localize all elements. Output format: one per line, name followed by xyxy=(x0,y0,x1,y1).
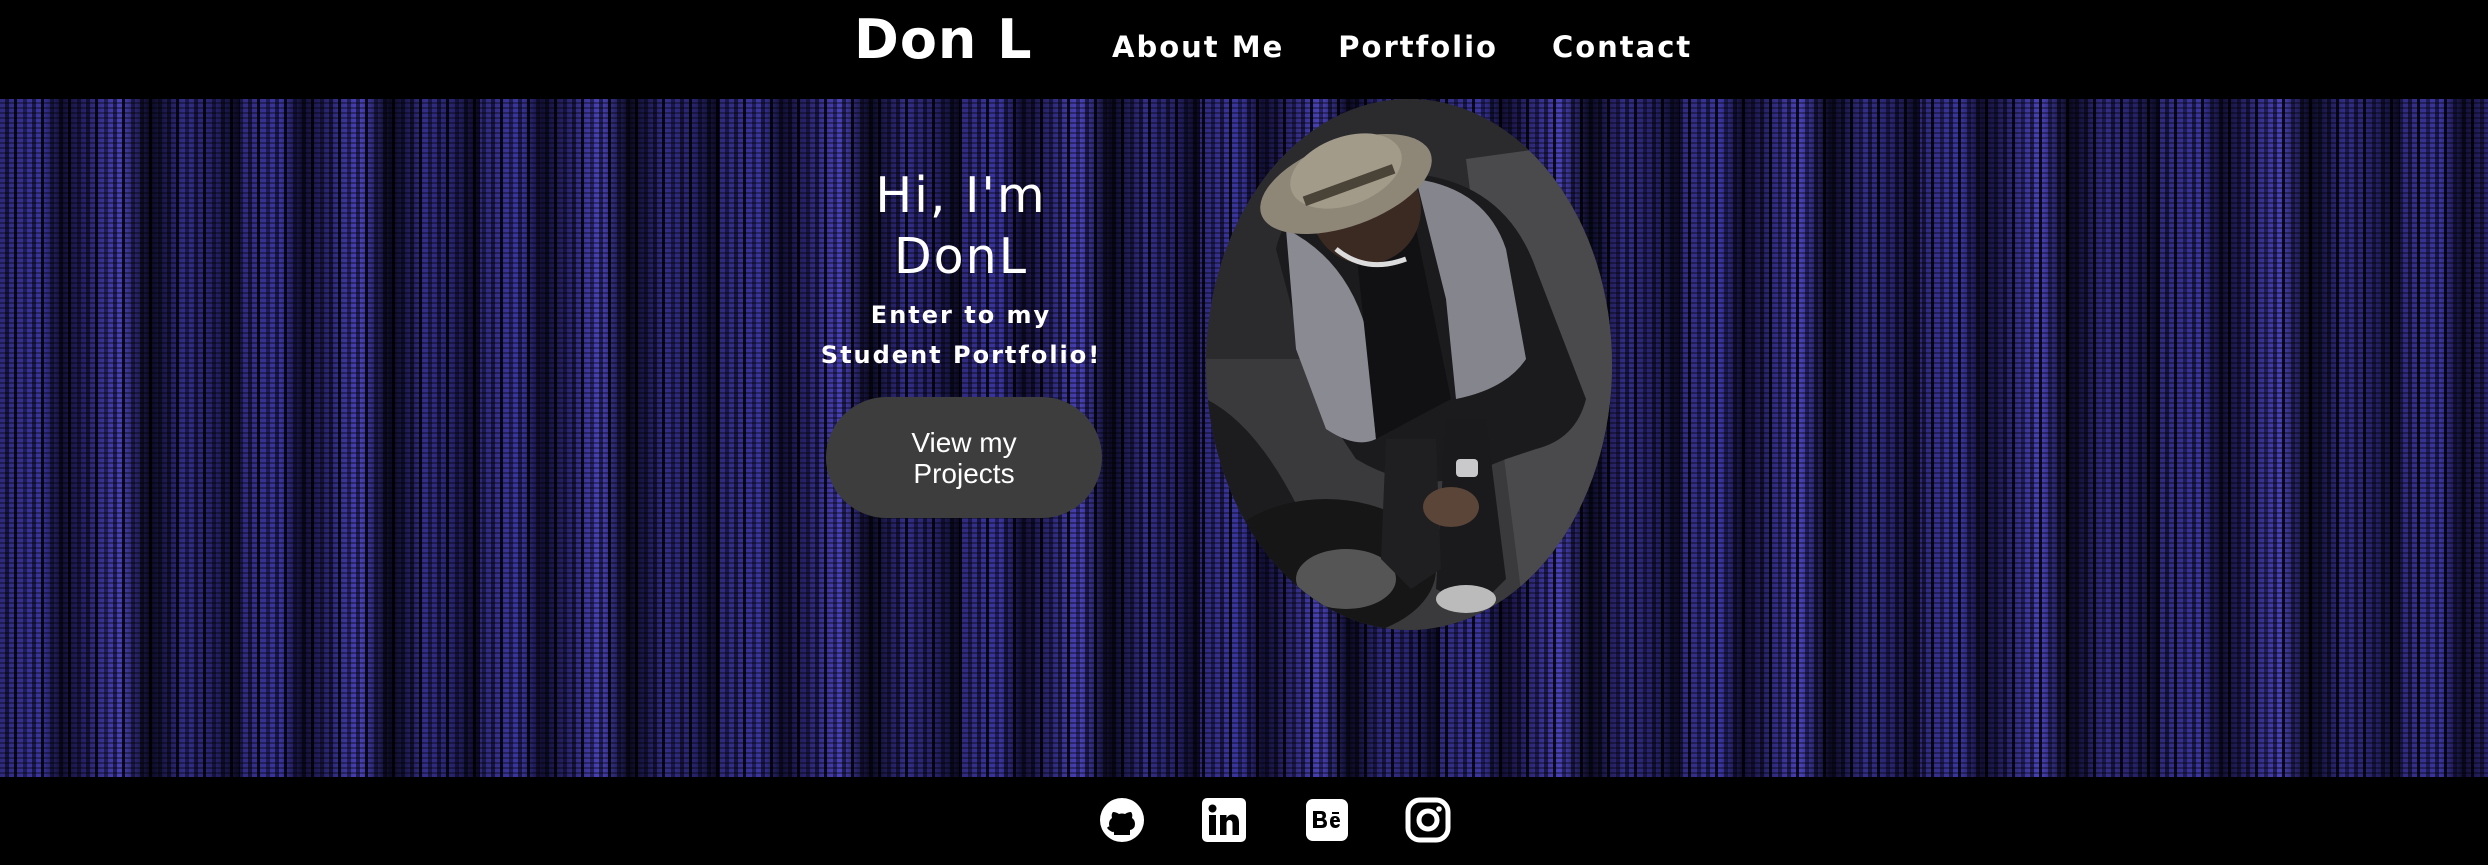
hero-text: Hi, I'm DonL Enter to my Student Portfol… xyxy=(820,165,1102,375)
instagram-link[interactable] xyxy=(1405,797,1451,843)
behance-icon xyxy=(1306,799,1348,841)
profile-photo xyxy=(1206,99,1612,630)
github-link[interactable] xyxy=(1099,797,1145,843)
hero-title-line-1: Hi, I'm xyxy=(875,167,1047,224)
instagram-icon xyxy=(1405,797,1451,843)
hero-title-line-2: DonL xyxy=(893,228,1029,285)
nav-link-portfolio[interactable]: Portfolio xyxy=(1338,30,1498,64)
brand-logo[interactable]: Don L xyxy=(854,8,1033,71)
footer xyxy=(0,777,2488,865)
nav-link-contact[interactable]: Contact xyxy=(1552,30,1692,64)
linkedin-icon xyxy=(1202,798,1246,842)
hero-title: Hi, I'm DonL xyxy=(820,165,1102,287)
linkedin-link[interactable] xyxy=(1201,797,1247,843)
hero-section: Hi, I'm DonL Enter to my Student Portfol… xyxy=(0,99,2488,777)
nav-links: About Me Portfolio Contact xyxy=(1112,30,1692,64)
github-icon xyxy=(1100,798,1144,842)
hero-subtitle-line-1: Enter to my xyxy=(870,301,1052,329)
navbar: Don L About Me Portfolio Contact xyxy=(0,0,2488,99)
behance-link[interactable] xyxy=(1304,797,1350,843)
profile-photo-illustration xyxy=(1206,99,1612,630)
hero-subtitle: Enter to my Student Portfolio! xyxy=(820,295,1102,375)
nav-link-about-me[interactable]: About Me xyxy=(1112,30,1284,64)
view-projects-button[interactable]: View my Projects xyxy=(826,397,1102,518)
hero-subtitle-line-2: Student Portfolio! xyxy=(820,341,1102,369)
